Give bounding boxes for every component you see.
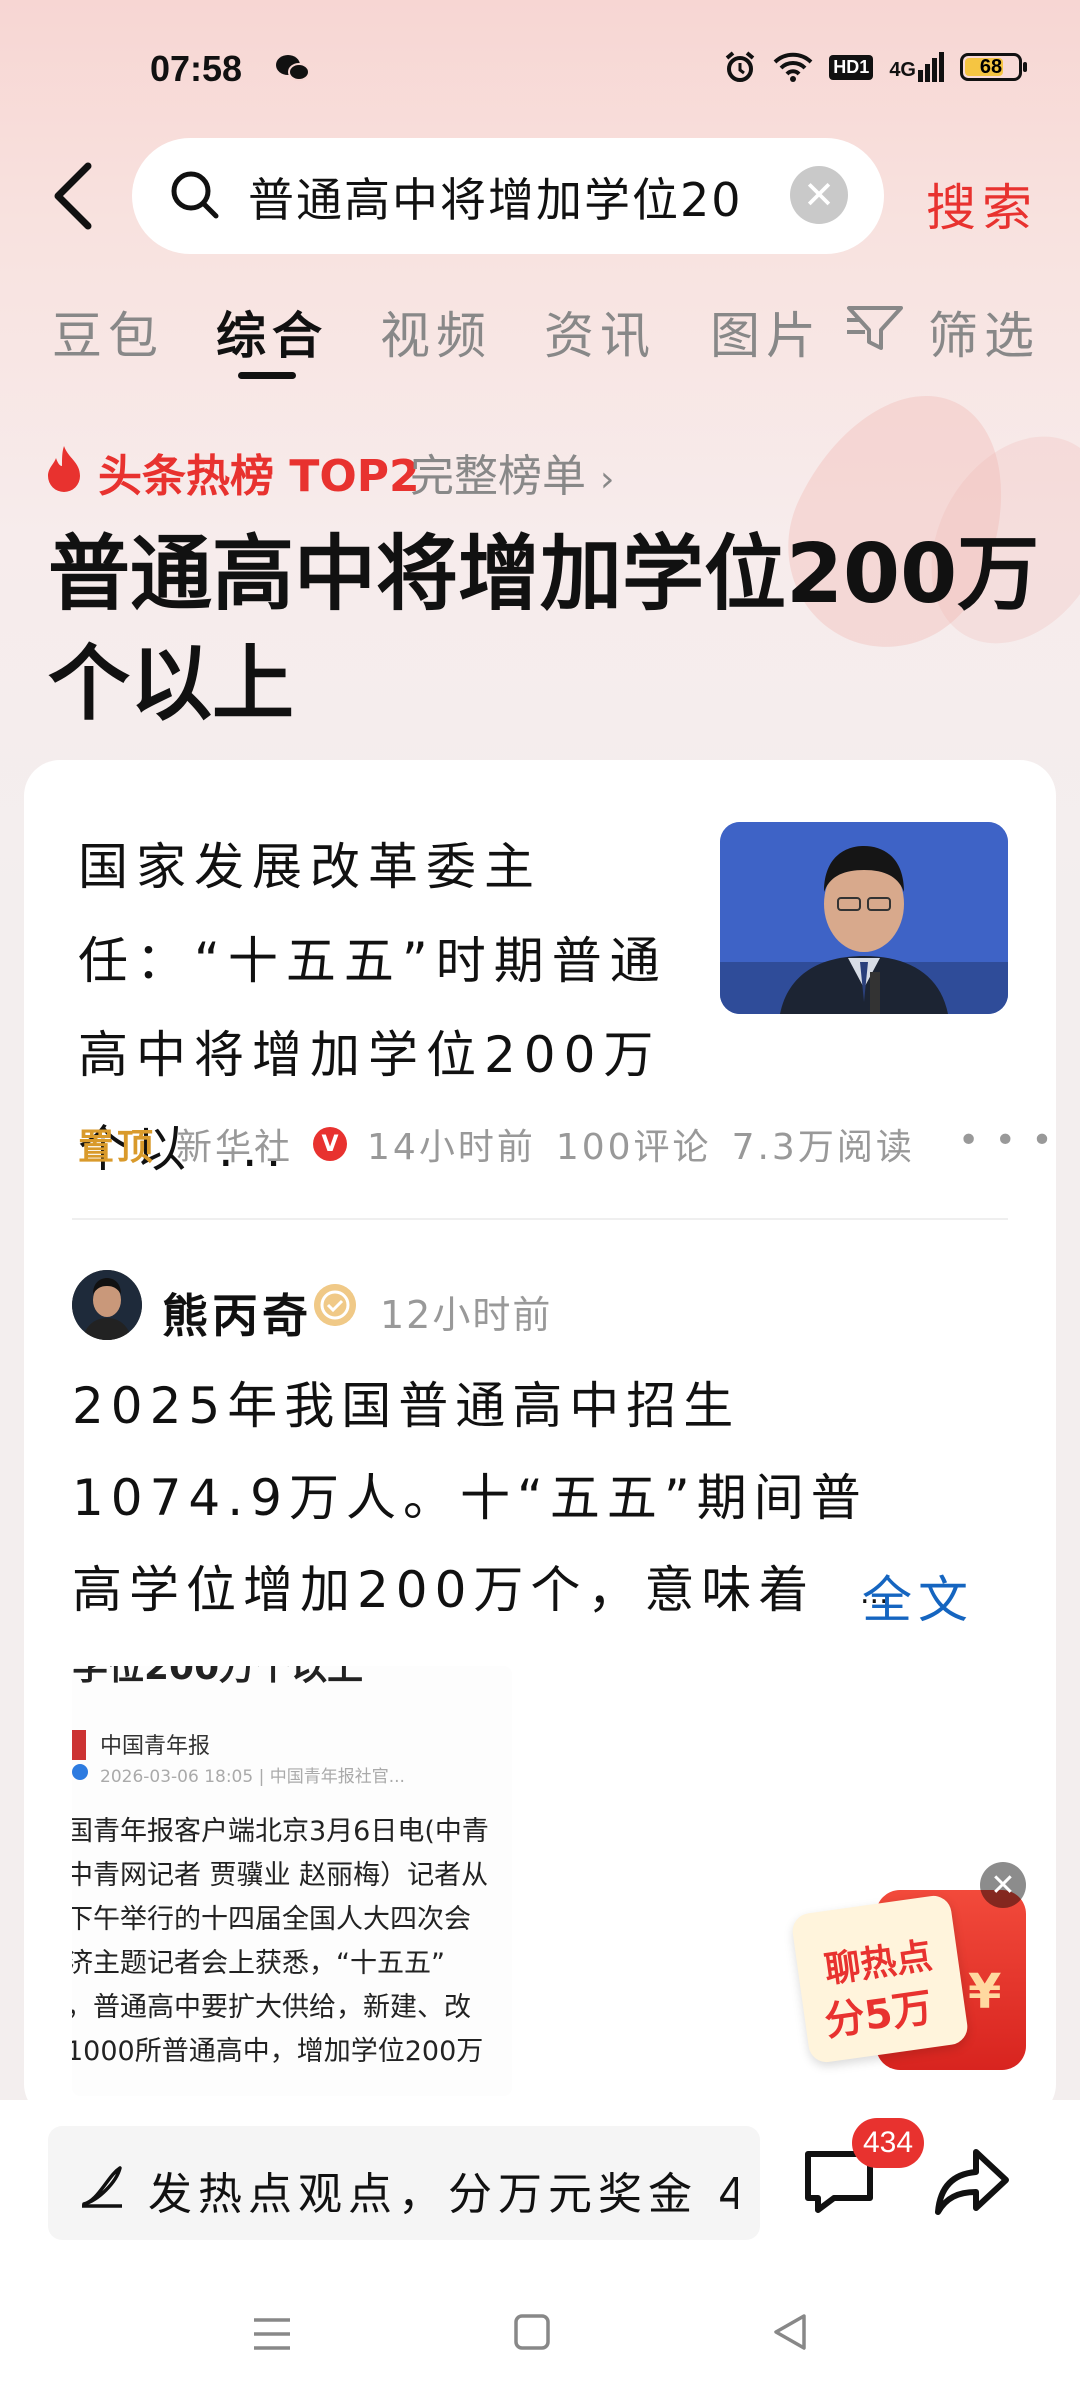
- post-text[interactable]: 2025年我国普通高中招生1074.9万人。十“五五”期间普高学位增加200万个…: [72, 1360, 872, 1636]
- status-time: 07:58: [150, 48, 243, 89]
- article-thumbnail[interactable]: [720, 822, 1008, 1014]
- article-comments: 100评论: [555, 1127, 712, 1168]
- back-arrow-icon[interactable]: [48, 160, 98, 232]
- image-source: 中国青年报: [100, 1734, 211, 1759]
- divider: [72, 1218, 1008, 1220]
- tab-images[interactable]: 图片: [710, 296, 822, 368]
- close-promo-button[interactable]: ✕: [980, 1862, 1026, 1908]
- post-time: 12小时前: [380, 1293, 553, 1337]
- full-list-link[interactable]: 完整榜单 ›: [410, 440, 614, 504]
- search-icon: [171, 171, 219, 219]
- image-date: 2026-03-06 18:05 | 中国青年报社官...: [100, 1767, 405, 1787]
- chevron-right-icon: ›: [600, 459, 615, 500]
- search-input[interactable]: 普通高中将增加学位20: [248, 164, 758, 230]
- fire-icon: [48, 446, 80, 492]
- hd-icon: HD1: [829, 54, 874, 80]
- back-nav-icon[interactable]: [770, 2312, 810, 2352]
- hot-rank-label[interactable]: 头条热榜 TOP2: [98, 440, 420, 504]
- battery-indicator: 68: [960, 53, 1027, 81]
- promo-currency: ¥: [968, 1964, 1002, 2020]
- tab-doubao[interactable]: 豆包: [52, 296, 164, 368]
- search-button[interactable]: 搜索: [926, 168, 1038, 240]
- home-nav-icon[interactable]: [512, 2312, 552, 2352]
- source-logo: [72, 1730, 86, 1760]
- verified-icon: [72, 1764, 88, 1780]
- status-icons: HD1 4G 68: [723, 50, 1027, 84]
- comment-placeholder[interactable]: 发热点观点，分万元奖金 4.: [148, 2158, 738, 2222]
- tab-comprehensive[interactable]: 综合: [216, 296, 328, 368]
- signal-icon: 4G: [889, 52, 944, 82]
- article-time: 14小时前: [367, 1127, 536, 1168]
- menu-nav-icon[interactable]: [250, 2314, 294, 2354]
- avatar[interactable]: [72, 1270, 142, 1340]
- wifi-icon: [773, 52, 813, 82]
- more-options-icon[interactable]: • • •: [958, 1120, 1055, 1161]
- article-source[interactable]: 新华社: [176, 1118, 293, 1170]
- filter-icon[interactable]: [845, 300, 905, 354]
- share-icon[interactable]: [932, 2146, 1012, 2218]
- speaker-photo: [720, 822, 1008, 1014]
- image-heading: 学位200万个以上: [72, 1666, 364, 1688]
- post-image[interactable]: 学位200万个以上 中国青年报 2026-03-06 18:05 | 中国青年报…: [72, 1666, 512, 2096]
- alarm-icon: [726, 51, 755, 82]
- article-reads: 7.3万阅读: [731, 1127, 915, 1168]
- image-body-text: 国青年报客户端北京3月6日电(中青 中青网记者 贾骥业 赵丽梅）记者从 下午举行…: [72, 1816, 489, 2067]
- hot-headline[interactable]: 普通高中将增加学位200万个以上: [48, 520, 1048, 740]
- tab-video[interactable]: 视频: [380, 296, 492, 368]
- filter-label[interactable]: 筛选: [928, 296, 1040, 368]
- wechat-icon: [276, 55, 310, 81]
- pen-icon: [82, 2166, 122, 2208]
- promo-banner[interactable]: 聊热点 分5万 ¥: [790, 1890, 1030, 2080]
- tab-news[interactable]: 资讯: [544, 296, 656, 368]
- creator-badge-icon: [314, 1284, 356, 1326]
- verified-icon: V: [313, 1127, 348, 1161]
- pinned-tag: 置顶: [78, 1127, 157, 1168]
- active-tab-indicator: [238, 372, 296, 379]
- clear-search-button[interactable]: ✕: [790, 166, 848, 224]
- comment-count-badge: 434: [852, 2118, 924, 2168]
- article-meta: 置顶 新华社 V 14小时前 100评论 7.3万阅读: [78, 1118, 915, 1170]
- full-text-link[interactable]: 全文: [862, 1560, 974, 1632]
- full-list-label: 完整榜单: [410, 451, 586, 502]
- author-name[interactable]: 熊丙奇: [162, 1280, 312, 1346]
